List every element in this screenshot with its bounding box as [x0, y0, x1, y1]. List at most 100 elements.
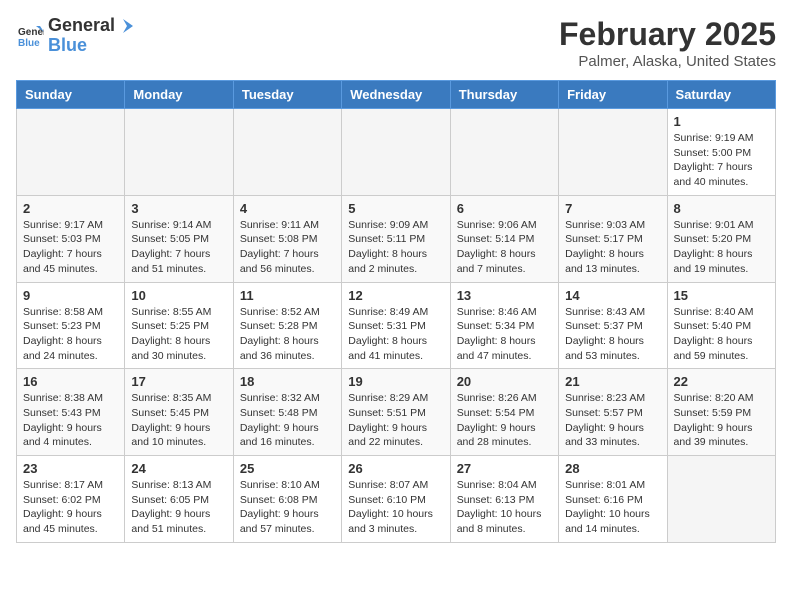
- calendar-week-row: 23 Sunrise: 8:17 AM Sunset: 6:02 PM Dayli…: [17, 456, 776, 543]
- calendar-cell: 25Sunrise: 8:10 AM Sunset: 6:08 PM Dayli…: [233, 456, 341, 543]
- day-info: Sunrise: 8:35 AM Sunset: 5:45 PM Dayligh…: [131, 391, 226, 450]
- day-number: 28: [565, 461, 660, 476]
- day-info: Sunrise: 8:38 AM Sunset: 5:43 PM Dayligh…: [23, 391, 118, 450]
- calendar-cell: [17, 109, 125, 196]
- calendar-cell: 11Sunrise: 8:52 AM Sunset: 5:28 PM Dayli…: [233, 282, 341, 369]
- day-info: Sunrise: 8:55 AM Sunset: 5:25 PM Dayligh…: [131, 305, 226, 364]
- day-number: 10: [131, 288, 226, 303]
- day-info: Sunrise: 8:20 AM Sunset: 5:59 PM Dayligh…: [674, 391, 769, 450]
- day-info: Sunrise: 9:19 AM Sunset: 5:00 PM Dayligh…: [674, 131, 769, 190]
- day-info: Sunrise: 8:29 AM Sunset: 5:51 PM Dayligh…: [348, 391, 443, 450]
- weekday-header: Wednesday: [342, 81, 450, 109]
- calendar-cell: [233, 109, 341, 196]
- calendar-cell: 24Sunrise: 8:13 AM Sunset: 6:05 PM Dayli…: [125, 456, 233, 543]
- day-number: 8: [674, 201, 769, 216]
- day-number: 20: [457, 374, 552, 389]
- day-number: 22: [674, 374, 769, 389]
- day-info: Sunrise: 8:17 AM Sunset: 6:02 PM Dayligh…: [23, 478, 118, 537]
- calendar-cell: 8 Sunrise: 9:01 AM Sunset: 5:20 PM Daylig…: [667, 195, 775, 282]
- weekday-header: Saturday: [667, 81, 775, 109]
- calendar-cell: 21Sunrise: 8:23 AM Sunset: 5:57 PM Dayli…: [559, 369, 667, 456]
- calendar-cell: 17 Sunrise: 8:35 AM Sunset: 5:45 PM Dayli…: [125, 369, 233, 456]
- day-number: 18: [240, 374, 335, 389]
- calendar: SundayMondayTuesdayWednesdayThursdayFrid…: [16, 80, 776, 543]
- logo-general: General: [48, 16, 115, 36]
- day-info: Sunrise: 9:14 AM Sunset: 5:05 PM Dayligh…: [131, 218, 226, 277]
- day-number: 17: [131, 374, 226, 389]
- day-info: Sunrise: 8:26 AM Sunset: 5:54 PM Dayligh…: [457, 391, 552, 450]
- day-number: 6: [457, 201, 552, 216]
- weekday-header: Friday: [559, 81, 667, 109]
- day-info: Sunrise: 8:32 AM Sunset: 5:48 PM Dayligh…: [240, 391, 335, 450]
- day-number: 15: [674, 288, 769, 303]
- day-number: 23: [23, 461, 118, 476]
- calendar-cell: 14 Sunrise: 8:43 AM Sunset: 5:37 PM Dayli…: [559, 282, 667, 369]
- day-info: Sunrise: 9:17 AM Sunset: 5:03 PM Dayligh…: [23, 218, 118, 277]
- calendar-cell: 10 Sunrise: 8:55 AM Sunset: 5:25 PM Dayli…: [125, 282, 233, 369]
- calendar-week-row: 16 Sunrise: 8:38 AM Sunset: 5:43 PM Dayli…: [17, 369, 776, 456]
- day-number: 7: [565, 201, 660, 216]
- calendar-cell: 6 Sunrise: 9:06 AM Sunset: 5:14 PM Daylig…: [450, 195, 558, 282]
- calendar-cell: 15 Sunrise: 8:40 AM Sunset: 5:40 PM Dayli…: [667, 282, 775, 369]
- calendar-cell: 2 Sunrise: 9:17 AM Sunset: 5:03 PM Daylig…: [17, 195, 125, 282]
- day-number: 4: [240, 201, 335, 216]
- day-number: 1: [674, 114, 769, 129]
- calendar-cell: [342, 109, 450, 196]
- logo: General Blue General Blue: [16, 16, 135, 56]
- calendar-header-row: SundayMondayTuesdayWednesdayThursdayFrid…: [17, 81, 776, 109]
- day-info: Sunrise: 8:49 AM Sunset: 5:31 PM Dayligh…: [348, 305, 443, 364]
- day-info: Sunrise: 8:46 AM Sunset: 5:34 PM Dayligh…: [457, 305, 552, 364]
- day-number: 2: [23, 201, 118, 216]
- day-info: Sunrise: 9:06 AM Sunset: 5:14 PM Dayligh…: [457, 218, 552, 277]
- weekday-header: Monday: [125, 81, 233, 109]
- day-info: Sunrise: 9:11 AM Sunset: 5:08 PM Dayligh…: [240, 218, 335, 277]
- calendar-cell: 12Sunrise: 8:49 AM Sunset: 5:31 PM Dayli…: [342, 282, 450, 369]
- calendar-cell: 7Sunrise: 9:03 AM Sunset: 5:17 PM Daylig…: [559, 195, 667, 282]
- calendar-cell: 9Sunrise: 8:58 AM Sunset: 5:23 PM Daylig…: [17, 282, 125, 369]
- day-number: 24: [131, 461, 226, 476]
- calendar-cell: [559, 109, 667, 196]
- day-info: Sunrise: 9:01 AM Sunset: 5:20 PM Dayligh…: [674, 218, 769, 277]
- day-number: 25: [240, 461, 335, 476]
- calendar-cell: 13 Sunrise: 8:46 AM Sunset: 5:34 PM Dayli…: [450, 282, 558, 369]
- day-number: 14: [565, 288, 660, 303]
- logo-icon: General Blue: [16, 22, 44, 50]
- day-info: Sunrise: 8:01 AM Sunset: 6:16 PM Dayligh…: [565, 478, 660, 537]
- day-number: 5: [348, 201, 443, 216]
- day-info: Sunrise: 8:40 AM Sunset: 5:40 PM Dayligh…: [674, 305, 769, 364]
- day-info: Sunrise: 9:09 AM Sunset: 5:11 PM Dayligh…: [348, 218, 443, 277]
- calendar-cell: 27 Sunrise: 8:04 AM Sunset: 6:13 PM Dayli…: [450, 456, 558, 543]
- day-info: Sunrise: 8:43 AM Sunset: 5:37 PM Dayligh…: [565, 305, 660, 364]
- day-number: 16: [23, 374, 118, 389]
- logo-arrow-icon: [117, 17, 135, 35]
- calendar-cell: 23 Sunrise: 8:17 AM Sunset: 6:02 PM Dayli…: [17, 456, 125, 543]
- day-number: 13: [457, 288, 552, 303]
- calendar-cell: 28 Sunrise: 8:01 AM Sunset: 6:16 PM Dayli…: [559, 456, 667, 543]
- calendar-cell: [125, 109, 233, 196]
- day-info: Sunrise: 8:04 AM Sunset: 6:13 PM Dayligh…: [457, 478, 552, 537]
- calendar-cell: 18 Sunrise: 8:32 AM Sunset: 5:48 PM Dayli…: [233, 369, 341, 456]
- weekday-header: Thursday: [450, 81, 558, 109]
- calendar-week-row: 9Sunrise: 8:58 AM Sunset: 5:23 PM Daylig…: [17, 282, 776, 369]
- day-info: Sunrise: 8:07 AM Sunset: 6:10 PM Dayligh…: [348, 478, 443, 537]
- calendar-cell: 22 Sunrise: 8:20 AM Sunset: 5:59 PM Dayli…: [667, 369, 775, 456]
- weekday-header: Tuesday: [233, 81, 341, 109]
- location-title: Palmer, Alaska, United States: [559, 53, 776, 70]
- day-number: 19: [348, 374, 443, 389]
- svg-text:Blue: Blue: [18, 38, 40, 49]
- calendar-cell: 4 Sunrise: 9:11 AM Sunset: 5:08 PM Daylig…: [233, 195, 341, 282]
- calendar-week-row: 1 Sunrise: 9:19 AM Sunset: 5:00 PM Daylig…: [17, 109, 776, 196]
- calendar-cell: 3Sunrise: 9:14 AM Sunset: 5:05 PM Daylig…: [125, 195, 233, 282]
- calendar-cell: 26Sunrise: 8:07 AM Sunset: 6:10 PM Dayli…: [342, 456, 450, 543]
- calendar-cell: 1 Sunrise: 9:19 AM Sunset: 5:00 PM Daylig…: [667, 109, 775, 196]
- calendar-week-row: 2 Sunrise: 9:17 AM Sunset: 5:03 PM Daylig…: [17, 195, 776, 282]
- title-area: February 2025 Palmer, Alaska, United Sta…: [559, 16, 776, 70]
- calendar-cell: 19 Sunrise: 8:29 AM Sunset: 5:51 PM Dayli…: [342, 369, 450, 456]
- month-title: February 2025: [559, 16, 776, 53]
- calendar-cell: [667, 456, 775, 543]
- calendar-cell: 20 Sunrise: 8:26 AM Sunset: 5:54 PM Dayli…: [450, 369, 558, 456]
- day-number: 27: [457, 461, 552, 476]
- logo-blue: Blue: [48, 35, 87, 55]
- weekday-header: Sunday: [17, 81, 125, 109]
- day-info: Sunrise: 8:58 AM Sunset: 5:23 PM Dayligh…: [23, 305, 118, 364]
